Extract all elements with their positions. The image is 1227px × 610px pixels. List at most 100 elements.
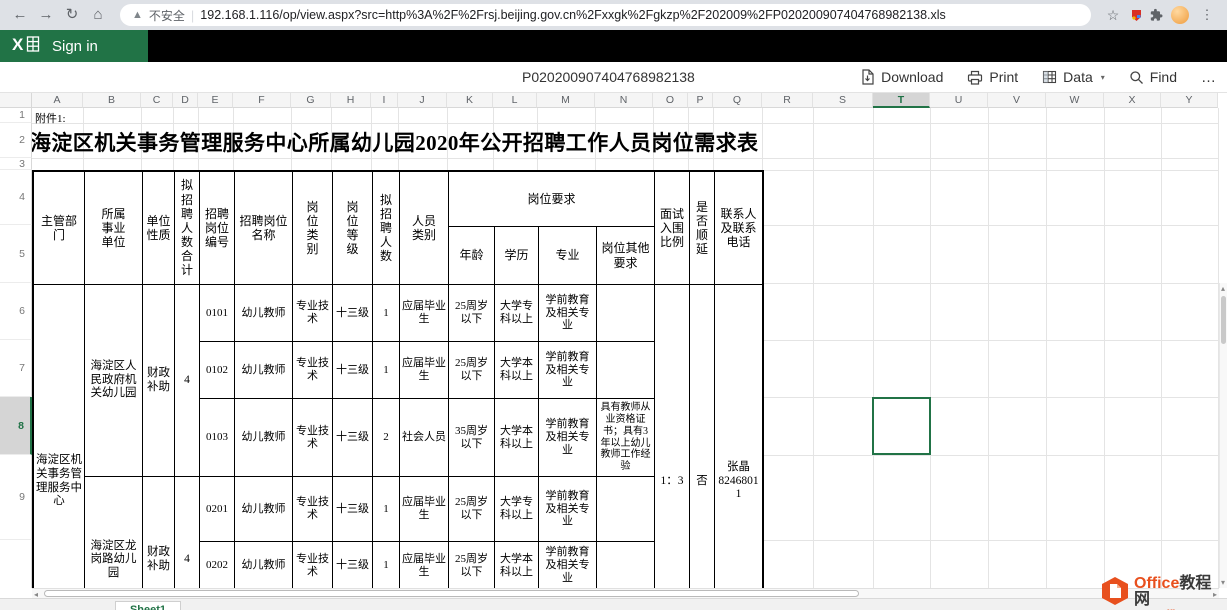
cell-person_type-row4[interactable]: 应届毕业生 bbox=[400, 477, 449, 542]
cell-other-row3[interactable]: 具有教师从业资格证书；具有3年以上幼儿教师工作经验 bbox=[597, 399, 655, 477]
cell-count-row5[interactable]: 1 bbox=[373, 542, 400, 590]
cell-grade-row4[interactable]: 十三级 bbox=[333, 477, 373, 542]
column-header-E[interactable]: E bbox=[198, 93, 233, 108]
select-all-corner[interactable] bbox=[0, 93, 32, 108]
column-header-T[interactable]: T bbox=[873, 93, 930, 108]
row-header-5[interactable]: 5 bbox=[0, 225, 32, 283]
row-header-8[interactable]: 8 bbox=[0, 397, 32, 455]
extension-colored-icon[interactable] bbox=[1127, 6, 1145, 24]
column-header-X[interactable]: X bbox=[1104, 93, 1161, 108]
row-header-7[interactable]: 7 bbox=[0, 340, 32, 397]
cell-nature-group1[interactable]: 财政补助 bbox=[143, 285, 175, 477]
find-button[interactable]: Find bbox=[1129, 69, 1177, 85]
cell-major-row3[interactable]: 学前教育及相关专业 bbox=[539, 399, 597, 477]
cell-contact[interactable]: 张晶 82468011 bbox=[715, 285, 764, 590]
column-header-M[interactable]: M bbox=[537, 93, 595, 108]
column-header-I[interactable]: I bbox=[371, 93, 398, 108]
column-header-V[interactable]: V bbox=[988, 93, 1046, 108]
cell-code-row2[interactable]: 0102 bbox=[200, 342, 235, 399]
cell-postpone[interactable]: 否 bbox=[690, 285, 715, 590]
cell-nature-group2[interactable]: 财政补助 bbox=[143, 477, 175, 590]
horizontal-scroll-thumb[interactable] bbox=[44, 590, 859, 597]
cell-count-row4[interactable]: 1 bbox=[373, 477, 400, 542]
cell-category-row5[interactable]: 专业技术 bbox=[293, 542, 333, 590]
profile-avatar[interactable] bbox=[1171, 6, 1189, 24]
scroll-up-arrow-icon[interactable]: ▴ bbox=[1221, 284, 1225, 293]
cell-person_type-row3[interactable]: 社会人员 bbox=[400, 399, 449, 477]
column-header-O[interactable]: O bbox=[653, 93, 688, 108]
row-header-2[interactable]: 2 bbox=[0, 123, 32, 158]
back-icon[interactable]: ← bbox=[8, 3, 32, 27]
cell-grade-row5[interactable]: 十三级 bbox=[333, 542, 373, 590]
cell-grade-row2[interactable]: 十三级 bbox=[333, 342, 373, 399]
column-header-S[interactable]: S bbox=[813, 93, 873, 108]
cell-name-row5[interactable]: 幼儿教师 bbox=[235, 542, 293, 590]
cell-name-row1[interactable]: 幼儿教师 bbox=[235, 285, 293, 342]
not-secure-warning-icon[interactable]: ▲ bbox=[132, 9, 143, 21]
column-header-D[interactable]: D bbox=[173, 93, 198, 108]
column-header-L[interactable]: L bbox=[493, 93, 537, 108]
reload-icon[interactable]: ↻ bbox=[60, 3, 84, 27]
selected-cell-T8[interactable] bbox=[872, 397, 931, 455]
row-header-6[interactable]: 6 bbox=[0, 283, 32, 340]
column-header-Q[interactable]: Q bbox=[713, 93, 762, 108]
cell-education-row5[interactable]: 大学本科以上 bbox=[495, 542, 539, 590]
cell-age-row2[interactable]: 25周岁以下 bbox=[449, 342, 495, 399]
column-header-W[interactable]: W bbox=[1046, 93, 1104, 108]
cell-major-row1[interactable]: 学前教育及相关专业 bbox=[539, 285, 597, 342]
cell-org-group1[interactable]: 海淀区人民政府机关幼儿园 bbox=[85, 285, 143, 477]
cell-age-row5[interactable]: 25周岁以下 bbox=[449, 542, 495, 590]
cell-education-row1[interactable]: 大学专科以上 bbox=[495, 285, 539, 342]
vertical-scroll-thumb[interactable] bbox=[1221, 296, 1226, 344]
cell-count-row2[interactable]: 1 bbox=[373, 342, 400, 399]
column-header-H[interactable]: H bbox=[331, 93, 371, 108]
column-header-Y[interactable]: Y bbox=[1161, 93, 1218, 108]
column-header-F[interactable]: F bbox=[233, 93, 291, 108]
cell-major-row5[interactable]: 学前教育及相关专业 bbox=[539, 542, 597, 590]
sheet-tab-sheet1[interactable]: Sheet1 bbox=[115, 601, 181, 610]
column-header-N[interactable]: N bbox=[595, 93, 653, 108]
column-header-R[interactable]: R bbox=[762, 93, 813, 108]
cell-code-row4[interactable]: 0201 bbox=[200, 477, 235, 542]
cell-person_type-row2[interactable]: 应届毕业生 bbox=[400, 342, 449, 399]
cell-code-row5[interactable]: 0202 bbox=[200, 542, 235, 590]
excel-brand[interactable]: X Sign in bbox=[0, 30, 148, 62]
cell-interview-ratio[interactable]: 1：3 bbox=[655, 285, 690, 590]
cell-grade-row3[interactable]: 十三级 bbox=[333, 399, 373, 477]
row-header-1[interactable]: 1 bbox=[0, 108, 32, 123]
print-button[interactable]: Print bbox=[967, 69, 1018, 85]
horizontal-scrollbar[interactable]: ◂ ▸ bbox=[32, 588, 1219, 598]
cell-age-row1[interactable]: 25周岁以下 bbox=[449, 285, 495, 342]
column-header-P[interactable]: P bbox=[688, 93, 713, 108]
cell-total-group2[interactable]: 4 bbox=[175, 477, 200, 590]
forward-icon[interactable]: → bbox=[34, 3, 58, 27]
address-bar[interactable]: ▲ 不安全 | 192.168.1.116/op/view.aspx?src=h… bbox=[120, 4, 1091, 26]
cell-name-row3[interactable]: 幼儿教师 bbox=[235, 399, 293, 477]
column-header-U[interactable]: U bbox=[930, 93, 988, 108]
cell-other-row5[interactable] bbox=[597, 542, 655, 590]
cell-name-row4[interactable]: 幼儿教师 bbox=[235, 477, 293, 542]
cell-dept[interactable]: 海淀区机关事务管理服务中心 bbox=[34, 285, 85, 590]
download-button[interactable]: Download bbox=[860, 69, 943, 85]
vertical-scrollbar[interactable]: ▴ ▾ bbox=[1219, 283, 1227, 588]
row-header-3[interactable]: 3 bbox=[0, 158, 32, 170]
sign-in-button[interactable]: Sign in bbox=[52, 38, 98, 55]
column-header-C[interactable]: C bbox=[141, 93, 173, 108]
cell-category-row4[interactable]: 专业技术 bbox=[293, 477, 333, 542]
data-button[interactable]: Data ▾ bbox=[1042, 69, 1105, 85]
cell-category-row2[interactable]: 专业技术 bbox=[293, 342, 333, 399]
more-options-button[interactable]: … bbox=[1201, 69, 1217, 86]
home-icon[interactable]: ⌂ bbox=[86, 3, 110, 27]
cell-code-row3[interactable]: 0103 bbox=[200, 399, 235, 477]
cell-major-row4[interactable]: 学前教育及相关专业 bbox=[539, 477, 597, 542]
cell-count-row1[interactable]: 1 bbox=[373, 285, 400, 342]
column-header-A[interactable]: A bbox=[32, 93, 83, 108]
column-header-B[interactable]: B bbox=[83, 93, 141, 108]
cell-education-row3[interactable]: 大学本科以上 bbox=[495, 399, 539, 477]
cell-other-row4[interactable] bbox=[597, 477, 655, 542]
column-header-J[interactable]: J bbox=[398, 93, 447, 108]
cell-education-row2[interactable]: 大学本科以上 bbox=[495, 342, 539, 399]
extensions-puzzle-icon[interactable] bbox=[1147, 6, 1165, 24]
cell-person_type-row5[interactable]: 应届毕业生 bbox=[400, 542, 449, 590]
cell-other-row1[interactable] bbox=[597, 285, 655, 342]
